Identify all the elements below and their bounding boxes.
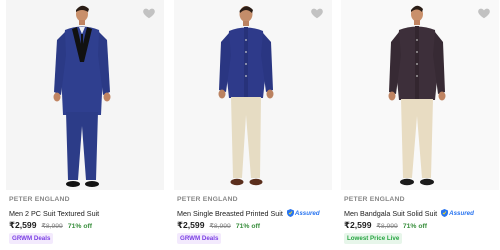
original-price: ₹8,999 [376,223,398,230]
price-row: ₹2,599 ₹8,999 71% off [177,220,260,231]
product-card[interactable]: PETER ENGLAND Men 2 PC Suit Textured Sui… [6,0,164,250]
original-price: ₹8,999 [41,223,63,230]
selling-price: ₹2,599 [9,220,37,230]
heart-icon[interactable] [142,6,156,20]
product-title[interactable]: Men 2 PC Suit Textured Suit [9,209,99,218]
original-price: ₹8,999 [209,223,231,230]
assured-badge: Assured [286,209,320,217]
deal-badge: GRWM Deals [177,233,222,244]
deal-badge: GRWM Deals [9,233,54,244]
lowest-price-badge: Lowest Price Live [344,233,403,244]
discount-percent: 71% off [235,223,261,230]
product-image[interactable] [174,0,332,190]
product-image[interactable] [341,0,499,190]
product-card[interactable]: PETER ENGLAND Men Single Breasted Printe… [174,0,332,250]
product-title-row: Men Single Breasted Printed Suit Assured [177,207,332,219]
product-grid: PETER ENGLAND Men 2 PC Suit Textured Sui… [0,0,500,250]
model-in-printed-bandhgala-image [218,6,274,186]
price-row: ₹2,599 ₹8,999 71% off [9,220,92,231]
product-card[interactable]: PETER ENGLAND Men Bandgala Suit Solid Su… [341,0,499,250]
assured-badge: Assured [441,209,474,217]
model-in-navy-suit-image [53,5,111,187]
heart-icon[interactable] [477,6,491,20]
product-title[interactable]: Men Bandgala Suit Solid Suit [344,209,437,218]
assured-label: Assured [294,209,320,217]
product-brand: PETER ENGLAND [9,196,70,203]
model-in-bandgala-suit-image [388,5,446,186]
product-image[interactable] [6,0,164,190]
discount-percent: 71% off [402,223,428,230]
product-brand: PETER ENGLAND [177,196,238,203]
product-title-row: Men Bandgala Suit Solid Suit Assured [344,207,499,219]
price-row: ₹2,599 ₹8,999 71% off [344,220,427,231]
assured-shield-icon [441,209,449,217]
assured-label: Assured [449,209,474,217]
product-brand: PETER ENGLAND [344,196,405,203]
heart-icon[interactable] [310,6,324,20]
discount-percent: 71% off [67,223,93,230]
selling-price: ₹2,599 [344,220,372,230]
selling-price: ₹2,599 [177,220,205,230]
product-title-row: Men 2 PC Suit Textured Suit [9,207,164,219]
assured-shield-icon [286,209,294,217]
product-title[interactable]: Men Single Breasted Printed Suit [177,209,283,218]
